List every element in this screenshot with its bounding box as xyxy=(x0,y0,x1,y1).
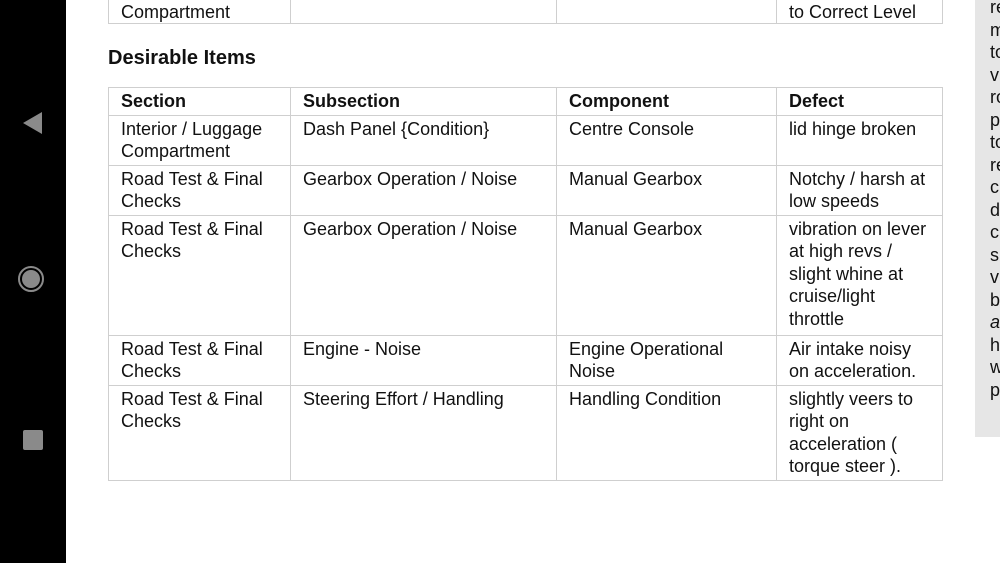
side-panel-text-fragment: re xyxy=(990,154,1000,175)
cell-defect: slightly veers to right on acceleration … xyxy=(776,384,943,481)
header-subsection: Subsection xyxy=(290,87,557,116)
side-comment-panel[interactable]: remtovroptorecdcsvbahwp xyxy=(975,0,1000,437)
cell-subsection: Gearbox Operation / Noise xyxy=(290,214,557,336)
cell-defect: Notchy / harsh at low speeds xyxy=(776,164,943,216)
system-navigation-bar xyxy=(0,0,66,563)
side-panel-text-fragment: h xyxy=(990,334,1000,355)
side-panel-text-fragment: w xyxy=(990,357,1000,377)
side-panel-text-fragment: b xyxy=(990,289,1000,310)
header-section: Section xyxy=(108,87,291,116)
prev-cell-component xyxy=(556,0,777,24)
cell-component: Manual Gearbox xyxy=(556,214,777,336)
cell-defect: vibration on lever at high revs / slight… xyxy=(776,214,943,336)
cell-component: Centre Console xyxy=(556,114,777,166)
prev-cell-defect: to Correct Level xyxy=(776,0,943,24)
table-row: Interior / Luggage Compartment Dash Pane… xyxy=(108,114,943,166)
home-icon[interactable] xyxy=(18,266,44,292)
back-icon[interactable] xyxy=(23,112,42,134)
recents-icon[interactable] xyxy=(23,430,43,450)
side-panel-text-fragment: to xyxy=(990,42,1000,62)
previous-table-fragment: Compartment to Correct Level xyxy=(108,0,943,24)
table-row: Road Test & Final Checks Engine - Noise … xyxy=(108,334,943,386)
side-panel-text-fragment: m xyxy=(990,19,1000,40)
cell-section: Road Test & Final Checks xyxy=(108,334,291,386)
header-defect: Defect xyxy=(776,87,943,116)
table-row: Road Test & Final Checks Steering Effort… xyxy=(108,384,943,481)
cell-subsection: Gearbox Operation / Noise xyxy=(290,164,557,216)
cell-component: Manual Gearbox xyxy=(556,164,777,216)
cell-section: Interior / Luggage Compartment xyxy=(108,114,291,166)
cell-defect: lid hinge broken xyxy=(776,114,943,166)
cell-section: Road Test & Final Checks xyxy=(108,214,291,336)
side-panel-text-fragment: p xyxy=(990,109,1000,130)
table-header-row: Section Subsection Component Defect xyxy=(108,87,943,116)
prev-cell-subsection xyxy=(290,0,557,24)
side-panel-text-fragment: v xyxy=(990,64,999,85)
side-panel-text-fragment: c xyxy=(990,222,999,242)
side-panel-text-fragment: re xyxy=(990,0,1000,17)
header-component: Component xyxy=(556,87,777,116)
side-panel-text-fragment: p xyxy=(990,379,1000,400)
cell-section: Road Test & Final Checks xyxy=(108,164,291,216)
cell-section: Road Test & Final Checks xyxy=(108,384,291,481)
document-page: Compartment to Correct Level Desirable I… xyxy=(66,0,975,563)
side-panel-text-fragment: s xyxy=(990,244,999,265)
section-heading: Desirable Items xyxy=(108,47,256,69)
side-panel-text-fragment: c xyxy=(990,177,999,197)
cell-subsection: Engine - Noise xyxy=(290,334,557,386)
table-row: Road Test & Final Checks Gearbox Operati… xyxy=(108,164,943,216)
cell-defect: Air intake noisy on acceleration. xyxy=(776,334,943,386)
desirable-items-table: Section Subsection Component Defect Inte… xyxy=(108,87,943,481)
cell-subsection: Steering Effort / Handling xyxy=(290,384,557,481)
side-panel-text-fragment: ro xyxy=(990,87,1000,107)
side-panel-text-fragment: d xyxy=(990,199,1000,220)
table-row: Road Test & Final Checks Gearbox Operati… xyxy=(108,214,943,336)
cell-component: Handling Condition xyxy=(556,384,777,481)
side-panel-text-fragment: to xyxy=(990,132,1000,152)
side-panel-text-fragment: v xyxy=(990,267,999,287)
side-panel-text-fragment: a xyxy=(990,312,1000,332)
cell-component: Engine Operational Noise xyxy=(556,334,777,386)
prev-cell-section: Compartment xyxy=(108,0,291,24)
cell-subsection: Dash Panel {Condition} xyxy=(290,114,557,166)
